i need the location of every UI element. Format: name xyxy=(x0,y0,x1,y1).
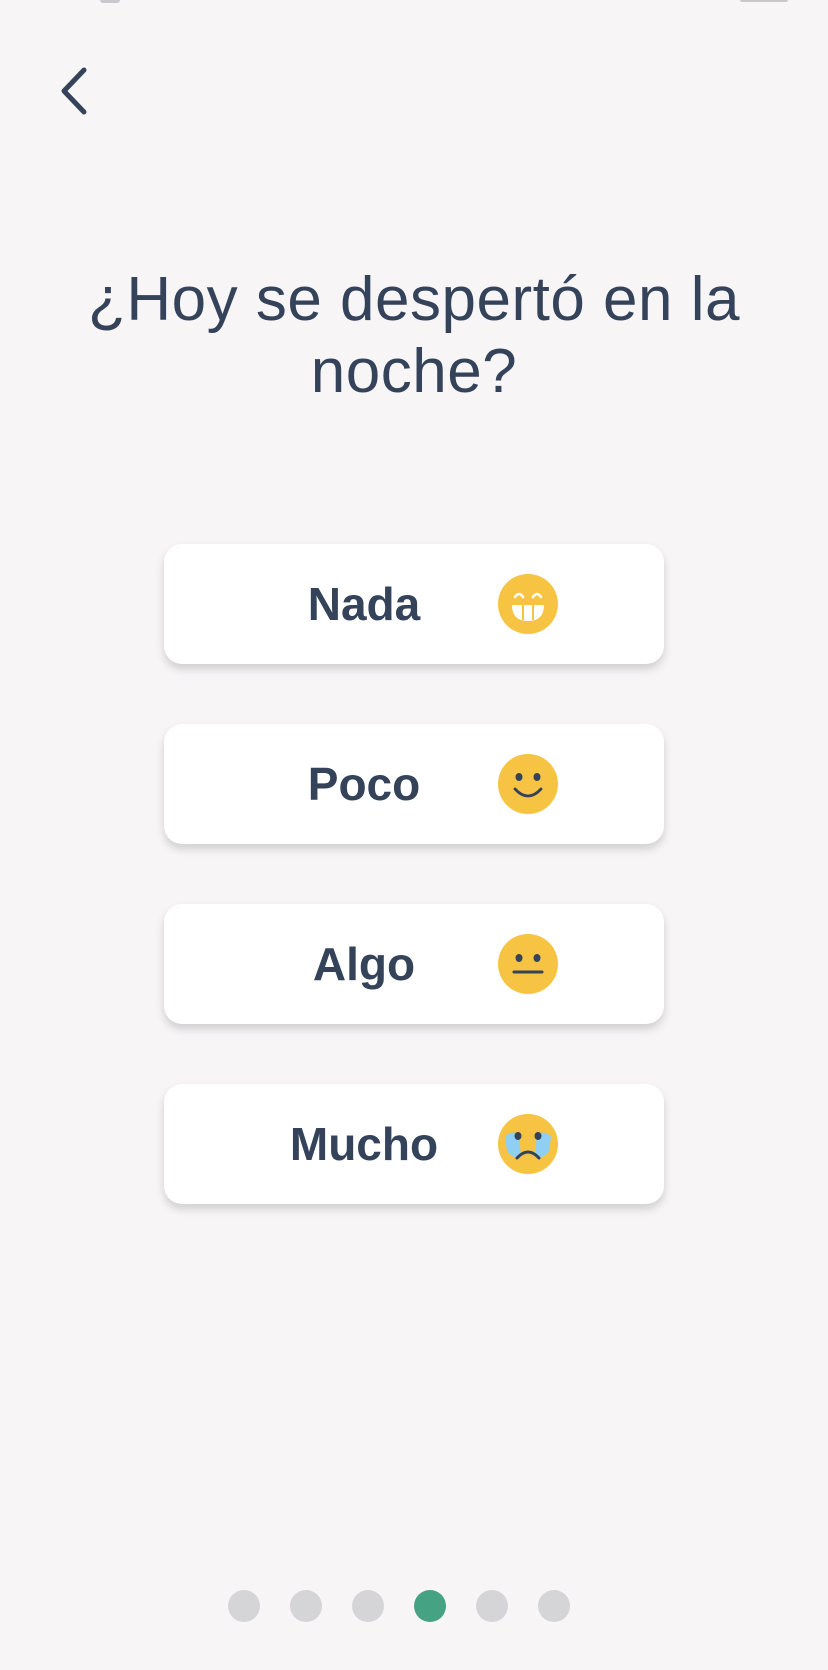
page-dot-active[interactable] xyxy=(414,1590,446,1622)
crying-face-icon xyxy=(498,1114,558,1174)
slightly-smiling-face-icon xyxy=(498,754,558,814)
option-nada-button[interactable]: Nada xyxy=(164,544,664,664)
page-dot[interactable] xyxy=(352,1590,384,1622)
question-title: ¿Hoy se despertó en la noche? xyxy=(87,265,740,406)
page-dot[interactable] xyxy=(290,1590,322,1622)
status-bar-fragment xyxy=(100,0,120,3)
back-button[interactable] xyxy=(44,56,104,126)
option-poco-button[interactable]: Poco xyxy=(164,724,664,844)
pagination-dots xyxy=(228,1590,600,1624)
option-algo-button[interactable]: Algo xyxy=(164,904,664,1024)
chevron-left-icon xyxy=(61,67,87,115)
status-bar-fragment xyxy=(740,0,788,2)
page-dot[interactable] xyxy=(228,1590,260,1622)
page-dot[interactable] xyxy=(538,1590,570,1622)
answer-options: Nada Poco Algo Mucho xyxy=(164,544,664,1264)
page-dot[interactable] xyxy=(476,1590,508,1622)
option-mucho-button[interactable]: Mucho xyxy=(164,1084,664,1204)
grinning-face-icon xyxy=(498,574,558,634)
neutral-face-icon xyxy=(498,934,558,994)
